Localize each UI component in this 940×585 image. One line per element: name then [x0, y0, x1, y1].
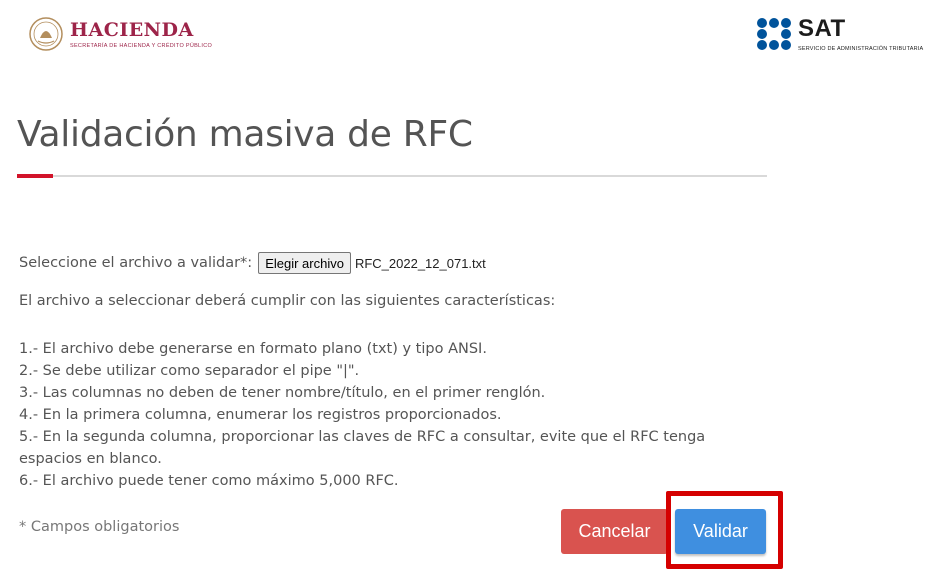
hacienda-text: HACIENDA SECRETARÍA DE HACIENDA Y CRÉDIT… — [70, 19, 212, 49]
selected-file-name: RFC_2022_12_071.txt — [354, 255, 486, 271]
instruction-item: 6.- El archivo puede tener como máximo 5… — [19, 473, 399, 489]
hacienda-subtitle: SECRETARÍA DE HACIENDA Y CRÉDITO PÚBLICO — [70, 43, 213, 49]
instructions-list: 1.- El archivo debe generarse en formato… — [19, 338, 739, 492]
instruction-item: 5.- En la segunda columna, proporcionar … — [19, 429, 706, 467]
sat-logo[interactable]: SAT SERVICIO DE ADMINISTRACIÓN TRIBUTARI… — [756, 17, 923, 52]
choose-file-button[interactable]: Elegir archivo — [258, 252, 351, 274]
instruction-item: 3.- Las columnas no deben de tener nombr… — [19, 385, 546, 401]
instructions-intro: El archivo a seleccionar deberá cumplir … — [19, 293, 556, 309]
sat-dots-icon — [757, 18, 791, 50]
file-select-row: Seleccione el archivo a validar*: Elegir… — [19, 252, 486, 274]
instruction-item: 4.- En la primera columna, enumerar los … — [19, 407, 502, 423]
hacienda-title: HACIENDA — [70, 19, 194, 41]
instruction-item: 2.- Se debe utilizar como separador el p… — [19, 363, 360, 379]
title-divider — [17, 175, 767, 177]
header: HACIENDA SECRETARÍA DE HACIENDA Y CRÉDIT… — [0, 0, 940, 70]
validate-highlight-box — [666, 491, 783, 569]
sat-title: SAT — [798, 15, 846, 42]
title-accent-bar — [17, 174, 53, 178]
cancel-button[interactable]: Cancelar — [561, 509, 668, 554]
mexican-seal-icon — [29, 17, 63, 51]
file-select-label: Seleccione el archivo a validar*: — [19, 255, 253, 271]
instruction-item: 1.- El archivo debe generarse en formato… — [19, 341, 487, 357]
sat-text: SAT SERVICIO DE ADMINISTRACIÓN TRIBUTARI… — [798, 15, 924, 53]
required-fields-note: * Campos obligatorios — [19, 519, 180, 535]
page-title: Validación masiva de RFC — [17, 114, 473, 155]
sat-subtitle: SERVICIO DE ADMINISTRACIÓN TRIBUTARIA — [798, 46, 924, 52]
hacienda-logo[interactable]: HACIENDA SECRETARÍA DE HACIENDA Y CRÉDIT… — [28, 16, 212, 52]
